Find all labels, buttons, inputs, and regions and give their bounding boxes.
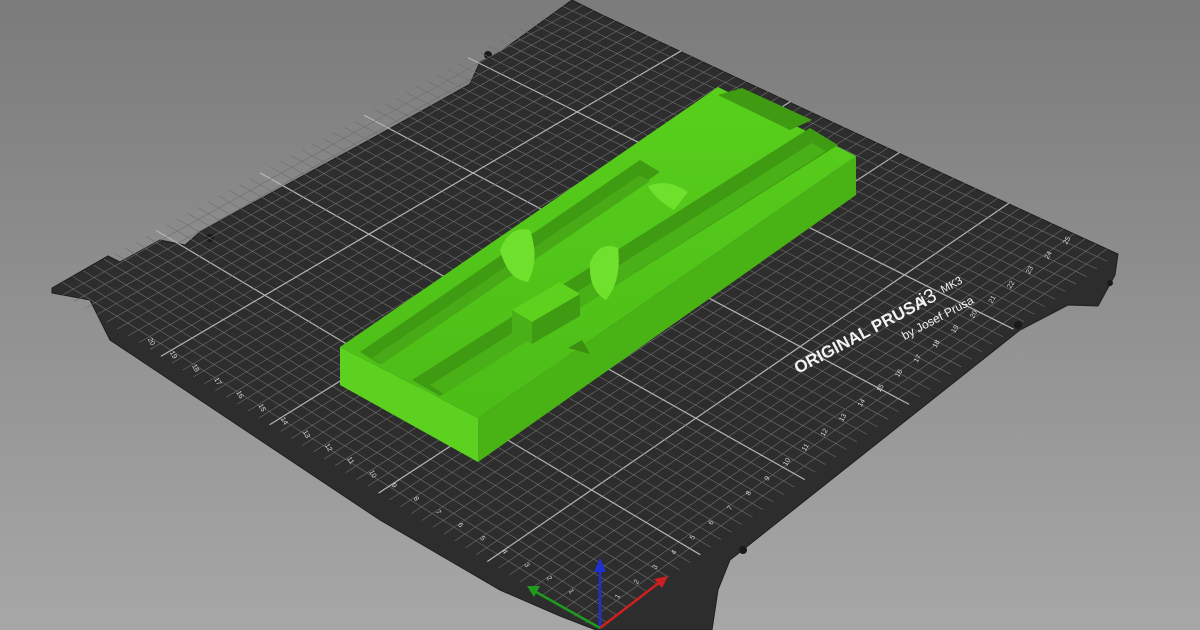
scene: ORIGINAL PRUSA i3 MK3 by Josef Prusa 123… xyxy=(51,0,1119,630)
mount-hole xyxy=(739,546,747,554)
mount-hole xyxy=(1107,280,1113,286)
mount-hole xyxy=(1014,321,1022,329)
3d-viewport[interactable]: ORIGINAL PRUSA i3 MK3 by Josef Prusa 123… xyxy=(0,0,1200,630)
